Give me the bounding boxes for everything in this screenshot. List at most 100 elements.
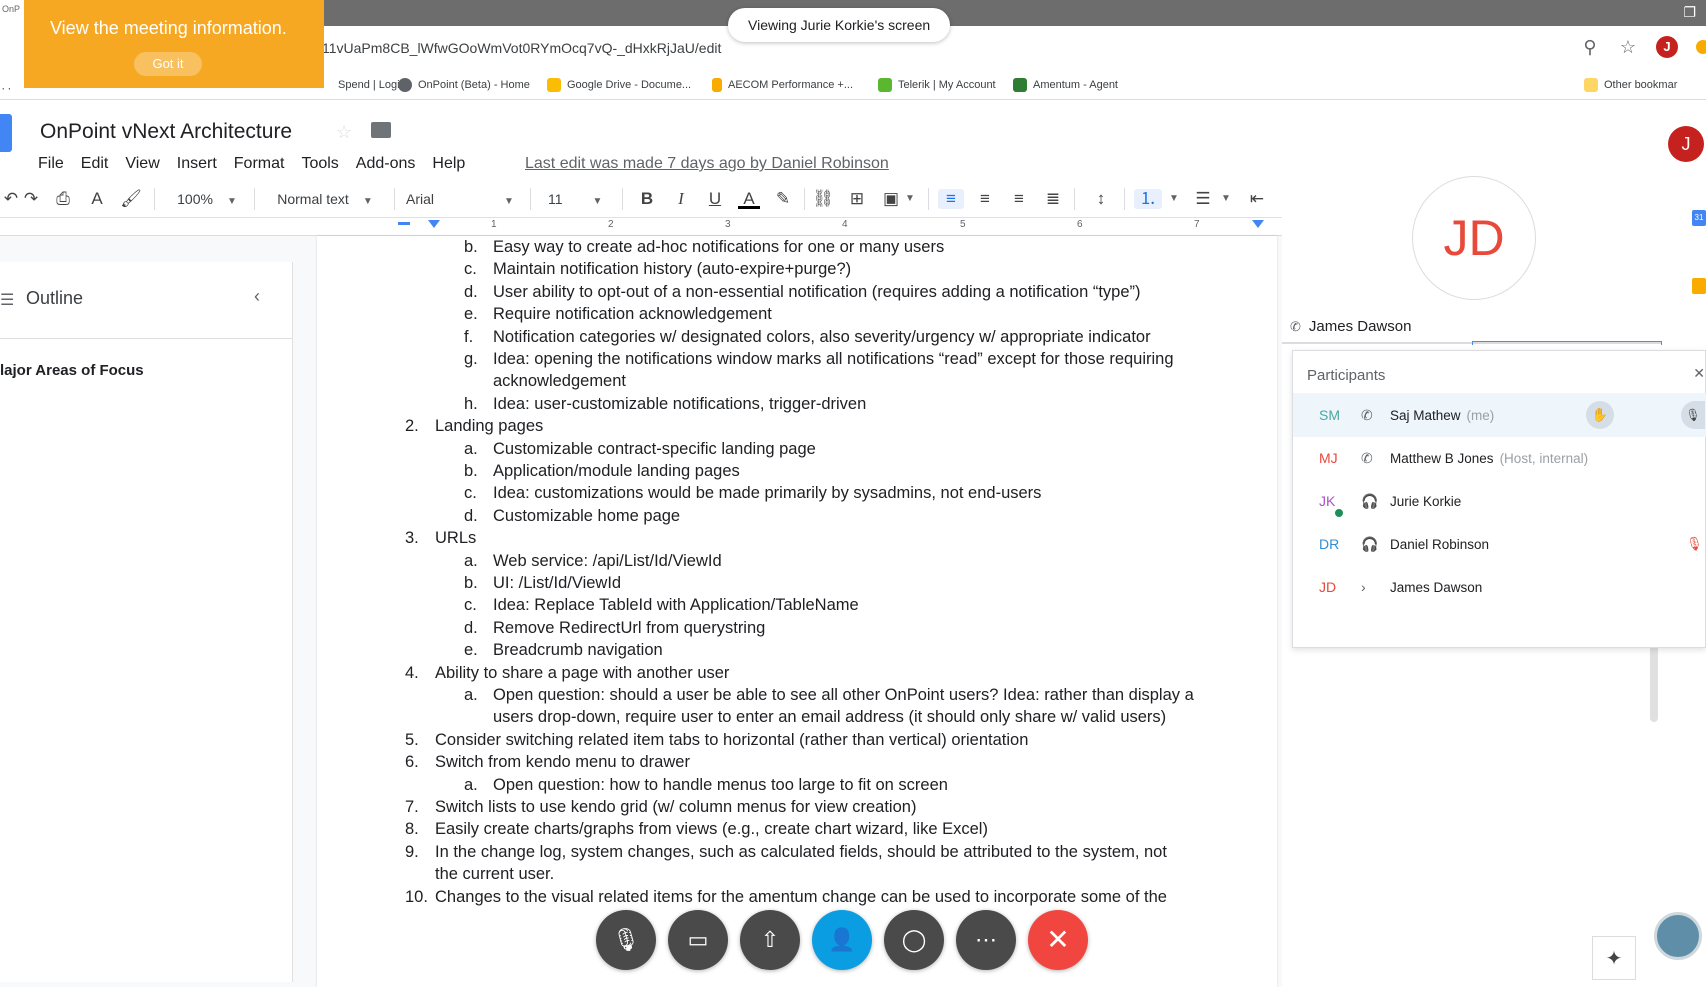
- underline-icon[interactable]: U: [704, 189, 726, 209]
- toolbar-divider: [1124, 188, 1125, 210]
- decrease-indent-icon[interactable]: ⇤: [1246, 189, 1268, 209]
- list-marker: 10.: [405, 887, 428, 906]
- bookmark-item[interactable]: AECOM Performance +...: [712, 78, 853, 92]
- participant-name: James Dawson: [1390, 579, 1483, 595]
- participant-row[interactable]: MJ ✆ Matthew B Jones (Host, internal): [1293, 436, 1706, 480]
- line-text: Idea: Replace TableId with Application/T…: [493, 596, 859, 615]
- redo-icon[interactable]: ↷: [20, 189, 42, 209]
- globe-icon[interactable]: [1654, 912, 1702, 960]
- last-edit-link[interactable]: Last edit was made 7 days ago by Daniel …: [525, 155, 889, 173]
- indent-marker[interactable]: [428, 220, 440, 228]
- zoom-select[interactable]: 100% ▼: [172, 189, 242, 209]
- style-select[interactable]: Normal text ▼: [268, 189, 382, 209]
- highlight-icon[interactable]: ✎: [772, 189, 794, 209]
- participants-button[interactable]: 👤: [812, 910, 872, 970]
- menu-view[interactable]: View: [125, 155, 159, 173]
- align-right-icon[interactable]: ≡: [1008, 189, 1030, 209]
- bookmark-item[interactable]: Spend | Login: [318, 78, 406, 92]
- chevron-left-icon[interactable]: ‹: [254, 286, 260, 307]
- chat-button[interactable]: ◯: [884, 910, 944, 970]
- outline-panel: ☰ Outline ‹ lajor Areas of Focus: [0, 262, 293, 982]
- video-button[interactable]: ▭: [668, 910, 728, 970]
- profile-avatar[interactable]: J: [1656, 36, 1678, 58]
- align-left-icon[interactable]: ≡: [938, 189, 964, 209]
- share-screen-button[interactable]: ⇧: [740, 910, 800, 970]
- close-icon[interactable]: ✕: [1693, 365, 1705, 382]
- star-icon[interactable]: ☆: [336, 122, 352, 143]
- chevron-down-icon[interactable]: ▼: [1220, 189, 1232, 209]
- list-marker: 6.: [405, 753, 419, 772]
- undo-icon[interactable]: ↶: [0, 189, 22, 209]
- font-select[interactable]: Arial ▼: [406, 189, 516, 209]
- more-options-button[interactable]: ⋯: [956, 910, 1016, 970]
- chevron-down-icon[interactable]: ▼: [904, 189, 916, 209]
- extension-icon[interactable]: [1696, 40, 1706, 54]
- right-indent-marker[interactable]: [1252, 220, 1264, 228]
- calendar-icon[interactable]: 31: [1692, 210, 1706, 226]
- menu-format[interactable]: Format: [234, 155, 285, 173]
- scrollbar[interactable]: [1650, 640, 1658, 722]
- print-icon[interactable]: ⎙: [52, 189, 74, 209]
- toolbar-divider: [928, 188, 929, 210]
- participant-row[interactable]: SM ✆ Saj Mathew (me) ✋ 🎙: [1293, 393, 1706, 437]
- headset-icon: 🎧: [1361, 535, 1379, 552]
- docs-logo-icon[interactable]: [0, 114, 12, 152]
- document-title[interactable]: OnPoint vNext Architecture: [40, 120, 292, 144]
- menu-addons[interactable]: Add-ons: [356, 155, 416, 173]
- leave-meeting-button[interactable]: ✕: [1028, 910, 1088, 970]
- phone-icon: ✆: [1361, 449, 1373, 466]
- outline-item[interactable]: lajor Areas of Focus: [0, 362, 144, 379]
- menu-insert[interactable]: Insert: [177, 155, 217, 173]
- spellcheck-icon[interactable]: A: [86, 189, 108, 209]
- insert-image-icon[interactable]: ▣: [880, 189, 902, 209]
- line-text: Maintain notification history (auto-expi…: [493, 260, 852, 279]
- menu-help[interactable]: Help: [432, 155, 465, 173]
- line-text: acknowledgement: [493, 372, 626, 391]
- document-page[interactable]: b. Easy way to create ad-hoc notification…: [317, 236, 1277, 987]
- link-icon[interactable]: ⛓: [812, 189, 834, 209]
- keep-icon[interactable]: [1692, 278, 1706, 294]
- list-marker: d.: [464, 282, 478, 301]
- italic-icon[interactable]: I: [670, 189, 692, 209]
- paint-format-icon[interactable]: 🖌: [120, 189, 142, 209]
- add-comment-icon[interactable]: ⊞: [846, 189, 868, 209]
- window-restore-icon[interactable]: ❐: [1683, 4, 1696, 21]
- bookmark-item[interactable]: OnPoint (Beta) - Home: [398, 78, 530, 92]
- ruler-number: 2: [608, 219, 614, 230]
- folder-icon[interactable]: [371, 122, 391, 138]
- menu-tools[interactable]: Tools: [301, 155, 338, 173]
- bookmark-item[interactable]: Google Drive - Docume...: [547, 78, 691, 92]
- mute-button[interactable]: 🎙: [596, 910, 656, 970]
- left-margin-marker[interactable]: [398, 222, 410, 225]
- bulleted-list-icon[interactable]: ☰: [1192, 189, 1214, 209]
- participant-row[interactable]: JD › James Dawson: [1293, 565, 1706, 609]
- line-text: Notification categories w/ designated co…: [493, 327, 1151, 346]
- line-spacing-icon[interactable]: ↕: [1090, 189, 1112, 209]
- explore-button[interactable]: ✦: [1592, 936, 1636, 980]
- microphone-icon[interactable]: 🎙: [1681, 401, 1705, 429]
- zoom-icon[interactable]: ⚲: [1580, 37, 1600, 57]
- other-bookmarks[interactable]: Other bookmar: [1584, 78, 1677, 92]
- align-center-icon[interactable]: ≡: [974, 189, 996, 209]
- bold-icon[interactable]: B: [636, 189, 658, 209]
- line-text: Easy way to create ad-hoc notifications …: [493, 238, 945, 256]
- participant-row[interactable]: DR 🎧 Daniel Robinson 🎙: [1293, 522, 1706, 566]
- bookmark-item[interactable]: Telerik | My Account: [878, 78, 996, 92]
- profile-avatar[interactable]: J: [1668, 126, 1704, 162]
- font-size-select[interactable]: 11 ▼: [548, 189, 612, 209]
- line-text: Breadcrumb navigation: [493, 641, 663, 660]
- menu-edit[interactable]: Edit: [81, 155, 109, 173]
- presenting-indicator-icon: [1333, 507, 1345, 519]
- url-text[interactable]: 11vUaPm8CB_lWfwGOoWmVot0RYmOcq7vQ-_dHxkR…: [322, 40, 721, 56]
- bookmark-star-icon[interactable]: ☆: [1618, 37, 1638, 57]
- numbered-list-icon[interactable]: ⒈: [1134, 189, 1162, 209]
- raise-hand-button[interactable]: ✋: [1586, 401, 1614, 429]
- text-color-icon[interactable]: A: [738, 189, 760, 209]
- justify-icon[interactable]: ≣: [1042, 189, 1064, 209]
- line-text: Require notification acknowledgement: [493, 305, 772, 324]
- participant-row[interactable]: JK 🎧 Jurie Korkie: [1293, 479, 1706, 523]
- bookmark-item[interactable]: Amentum - Agent: [1013, 78, 1118, 92]
- menu-file[interactable]: File: [38, 155, 64, 173]
- got-it-button[interactable]: Got it: [134, 52, 202, 76]
- chevron-down-icon[interactable]: ▼: [1168, 189, 1180, 209]
